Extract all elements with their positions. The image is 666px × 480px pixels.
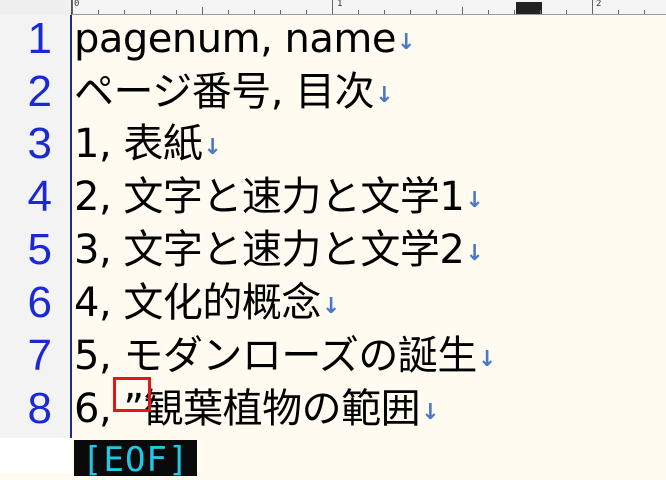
line-text: 5, モダンローズの誕生 — [74, 333, 477, 379]
ruler-tick — [514, 10, 515, 14]
ruler-label-1: 1 — [337, 0, 343, 9]
line-text: 3, 文字と速力と文学2 — [74, 227, 465, 273]
ruler-tick — [98, 10, 99, 14]
text-line[interactable]: pagenum, name↓ — [74, 17, 415, 61]
line-text: pagenum, name — [74, 16, 396, 62]
text-line[interactable]: 3, 文字と速力と文学2↓ — [74, 227, 484, 273]
ruler-tick — [644, 10, 645, 14]
line-number: 3 — [27, 119, 52, 168]
newline-mark-icon: ↓ — [396, 30, 415, 55]
text-line[interactable]: 2, 文字と速力と文学1↓ — [74, 174, 484, 220]
line-text: 2, 文字と速力と文学1 — [74, 174, 465, 220]
ruler-tick — [202, 7, 203, 14]
line-text: 4, 文化的概念 — [74, 280, 321, 326]
ruler-tick — [72, 0, 73, 14]
newline-mark-icon: ↓ — [375, 83, 394, 108]
line-number: 7 — [27, 331, 52, 380]
ruler-tick — [592, 0, 593, 14]
line-number: 1 — [27, 14, 52, 63]
ruler-tick — [306, 10, 307, 14]
text-line[interactable]: 5, モダンローズの誕生↓ — [74, 334, 496, 378]
ruler-gutter-area — [0, 0, 71, 15]
text-line[interactable]: ページ番号, 目次↓ — [74, 69, 394, 115]
ruler-tick — [566, 10, 567, 14]
line-number-gutter: 1 2 3 4 5 6 7 8 — [0, 15, 72, 438]
line-number: 8 — [27, 384, 52, 433]
newline-mark-icon: ↓ — [421, 400, 440, 425]
ruler-tick — [488, 10, 489, 14]
ruler-tick — [384, 10, 385, 14]
newline-mark-icon: ↓ — [203, 135, 222, 160]
ruler-tick — [176, 10, 177, 14]
ruler-tick — [280, 10, 281, 14]
ruler-tick — [254, 10, 255, 14]
ruler-tick — [358, 10, 359, 14]
newline-mark-icon: ↓ — [465, 241, 484, 266]
newline-mark-icon: ↓ — [477, 347, 496, 372]
line-number: 6 — [27, 278, 52, 327]
ruler-label-2: 2 — [596, 0, 602, 9]
ruler-tick — [124, 10, 125, 14]
ruler-tick — [332, 0, 333, 14]
newline-mark-icon: ↓ — [321, 294, 340, 319]
line-number: 4 — [27, 172, 52, 221]
newline-mark-icon: ↓ — [465, 188, 484, 213]
highlight-box — [113, 377, 151, 412]
text-line[interactable]: 4, 文化的概念↓ — [74, 281, 340, 325]
line-text: ページ番号, 目次 — [74, 69, 375, 115]
ruler-cursor-marker — [516, 2, 542, 14]
text-line[interactable]: 1, 表紙↓ — [74, 121, 222, 167]
eof-marker: [EOF] — [74, 440, 198, 480]
ruler-tick — [150, 10, 151, 14]
line-number: 5 — [27, 225, 52, 274]
editor-text-area[interactable]: pagenum, name↓ ページ番号, 目次↓ 1, 表紙↓ 2, 文字と速… — [72, 15, 666, 438]
line-number: 2 — [27, 67, 52, 116]
line-text: 1, 表紙 — [74, 121, 203, 167]
ruler-tick — [618, 10, 619, 14]
ruler-tick — [436, 10, 437, 14]
gutter-bottom — [0, 438, 72, 473]
ruler: 0 1 2 — [0, 0, 666, 15]
ruler-tick — [540, 10, 541, 14]
ruler-tick — [462, 7, 463, 14]
ruler-tick — [410, 10, 411, 14]
ruler-label-0: 0 — [74, 0, 80, 9]
ruler-tick — [228, 10, 229, 14]
